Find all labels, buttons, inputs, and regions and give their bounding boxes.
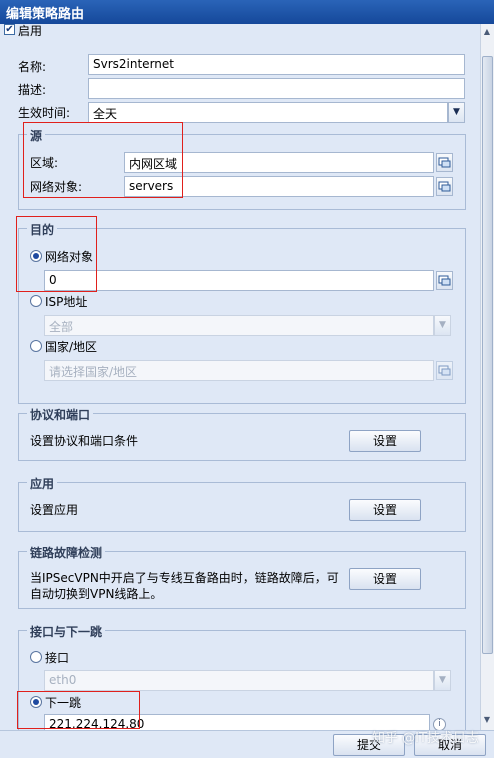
desc-field[interactable] xyxy=(88,78,465,99)
iface-option-label: 接口 xyxy=(45,651,70,665)
window-title-bar: 编辑策略路由 xyxy=(0,0,494,24)
nexthop-legend: 接口与下一跳 xyxy=(27,623,106,640)
dest-highlight-box xyxy=(16,216,97,292)
time-label: 生效时间: xyxy=(18,106,71,120)
enable-checkbox[interactable]: ✔ xyxy=(4,24,15,35)
time-select[interactable]: 全天 xyxy=(88,102,448,123)
dest-isp-option-label: ISP地址 xyxy=(45,295,88,309)
protocol-description: 设置协议和端口条件 xyxy=(30,434,139,448)
form-content: ✔ 启用 名称: Svrs2internet 描述: 生效时间: 全天 ▼ 源 … xyxy=(0,24,480,730)
dest-country-radio[interactable] xyxy=(30,340,42,352)
app-legend: 应用 xyxy=(27,475,58,492)
link-description-line2: 自动切换到VPN线路上。 xyxy=(30,587,163,601)
dest-country-option-label: 国家/地区 xyxy=(45,340,98,354)
dest-isp-dropdown-button[interactable]: ▼ xyxy=(434,315,451,336)
enable-label: 启用 xyxy=(18,24,43,38)
iface-dropdown-button[interactable]: ▼ xyxy=(434,670,451,691)
link-legend: 链路故障检测 xyxy=(27,544,106,561)
dest-netobj-picker-icon[interactable] xyxy=(436,271,453,290)
iface-radio[interactable] xyxy=(30,651,42,663)
window-title: 编辑策略路由 xyxy=(6,7,85,22)
dest-isp-select[interactable]: 全部 xyxy=(44,315,434,336)
nexthop-highlight-box xyxy=(17,691,140,729)
scroll-up-arrow-icon[interactable]: ▲ xyxy=(481,26,493,38)
name-field[interactable]: Svrs2internet xyxy=(88,54,465,75)
link-settings-button[interactable]: 设置 xyxy=(349,568,421,590)
protocol-legend: 协议和端口 xyxy=(27,406,94,423)
app-settings-button[interactable]: 设置 xyxy=(349,499,421,521)
protocol-settings-button[interactable]: 设置 xyxy=(349,430,421,452)
iface-select[interactable]: eth0 xyxy=(44,670,434,691)
app-description: 设置应用 xyxy=(30,503,79,517)
desc-label: 描述: xyxy=(18,83,47,97)
dest-country-field[interactable]: 请选择国家/地区 xyxy=(44,360,434,381)
source-netobj-picker-icon[interactable] xyxy=(436,177,453,196)
name-label: 名称: xyxy=(18,60,47,74)
time-dropdown-button[interactable]: ▼ xyxy=(448,102,465,123)
dest-country-picker-icon[interactable] xyxy=(436,361,453,380)
scroll-down-arrow-icon[interactable]: ▼ xyxy=(481,714,493,726)
source-zone-picker-icon[interactable] xyxy=(436,153,453,172)
link-description-line1: 当IPSecVPN中开启了与专线互备路由时，链路故障后，可 xyxy=(30,571,339,585)
watermark: 知乎 @IT技术日志 xyxy=(372,731,479,746)
dest-netobj-field[interactable]: 0 xyxy=(44,270,434,291)
source-highlight-box xyxy=(23,122,183,198)
dest-isp-radio[interactable] xyxy=(30,295,42,307)
scrollbar-thumb[interactable] xyxy=(482,56,493,654)
